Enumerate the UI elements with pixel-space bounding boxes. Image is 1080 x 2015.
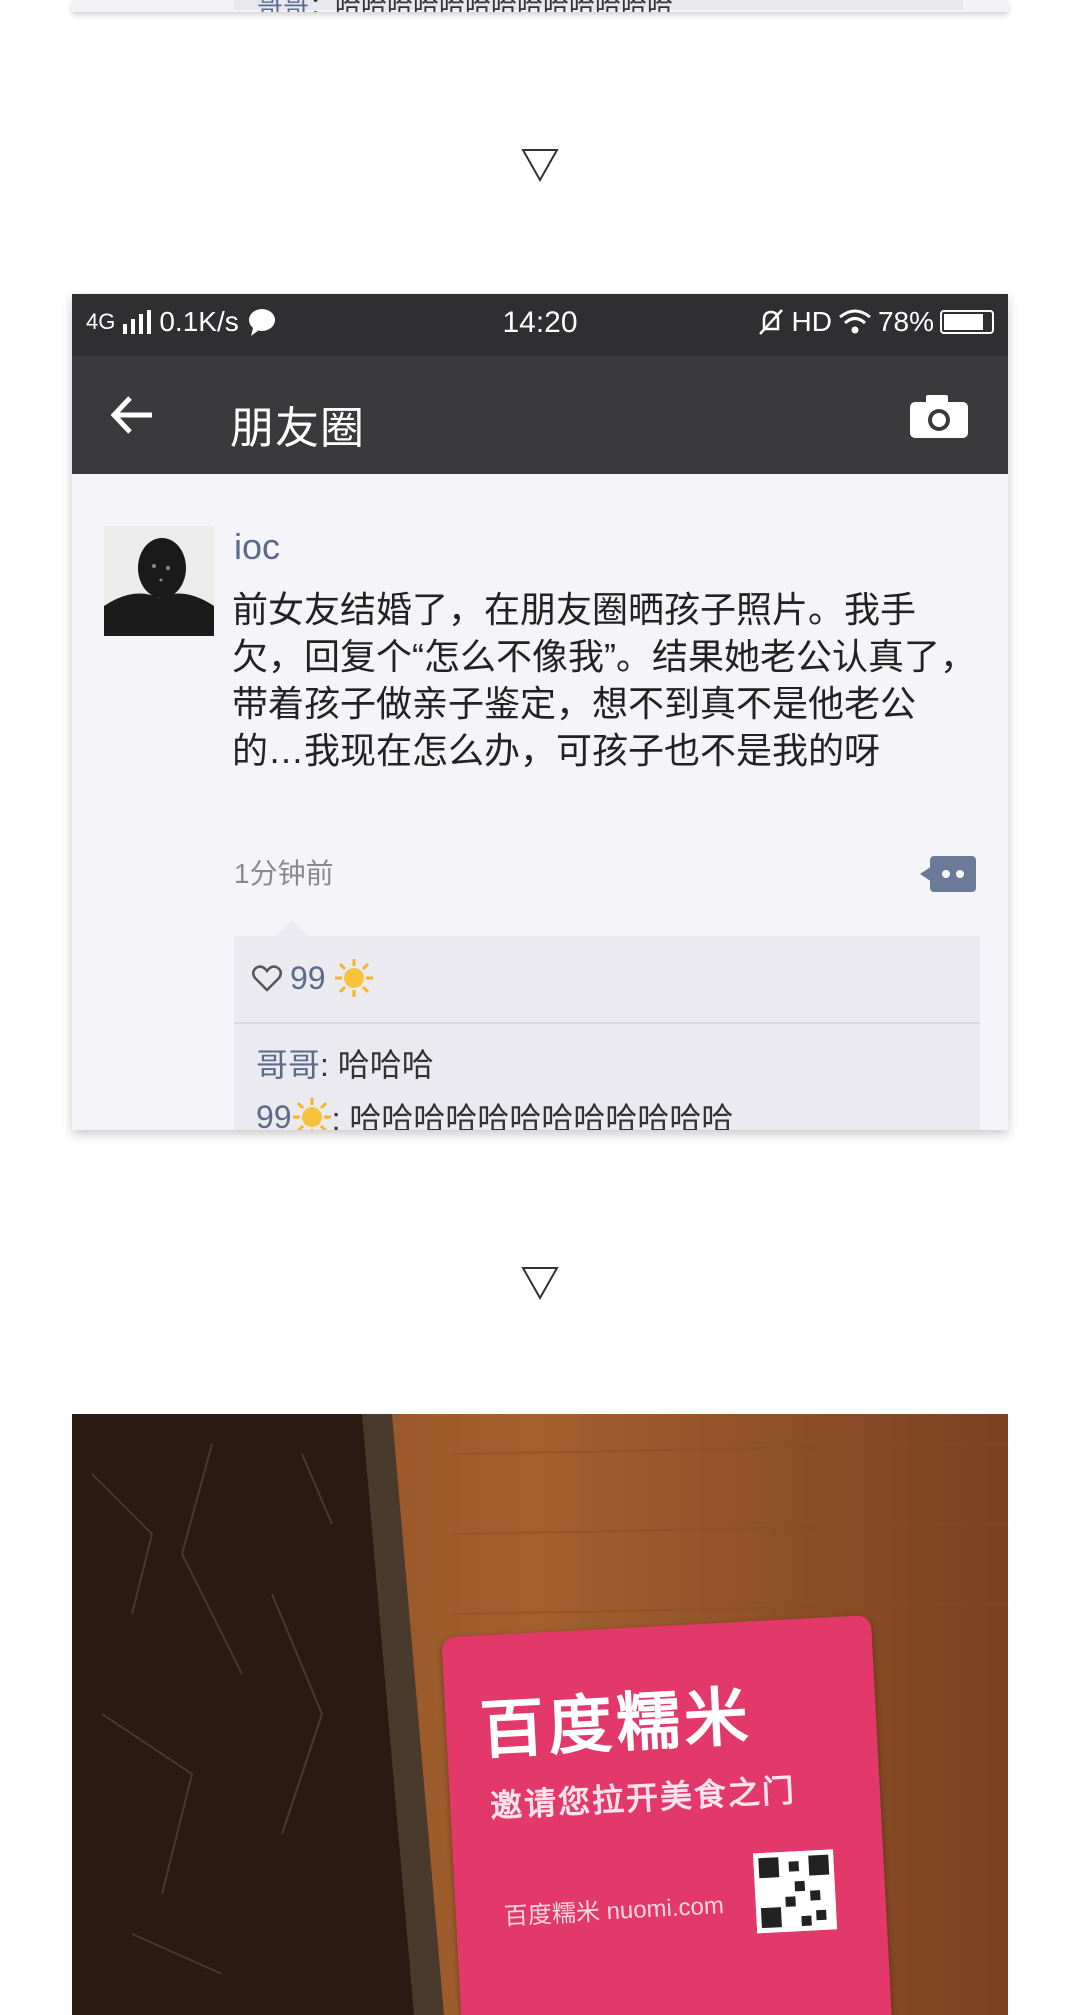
avatar[interactable] xyxy=(104,526,214,636)
top-card-remnant: 哥哥：哈哈哈哈哈哈哈哈哈哈哈哈哈 xyxy=(72,0,1008,12)
status-bar: 4G 0.1K/s 14:20 HD 78% xyxy=(72,294,1008,356)
comment-row[interactable]: 哥哥: 哈哈哈 xyxy=(256,1040,434,1086)
qr-code-icon xyxy=(753,1849,838,1934)
comment-row[interactable]: 99 : 哈哈哈哈哈哈哈哈哈哈哈哈 xyxy=(256,1094,733,1130)
comments-box: 99 哥哥: 哈哈哈 99 : 哈哈哈哈哈哈哈哈哈哈哈哈 xyxy=(234,920,980,1130)
sun-emoji-icon xyxy=(334,959,373,997)
battery-level xyxy=(944,314,983,330)
post-time: 1分钟前 xyxy=(234,858,334,889)
comment-text: : 哈哈哈 xyxy=(320,1047,434,1083)
status-right: HD 78% xyxy=(756,306,994,338)
promo-card: 百度糯米 邀请您拉开美食之门 百度糯米 nuomi.com xyxy=(441,1615,893,2015)
comment-text: ：哈哈哈哈哈哈哈哈哈哈哈哈哈 xyxy=(309,0,673,12)
wifi-icon xyxy=(839,309,871,334)
hd-label: HD xyxy=(791,306,832,337)
clipped-comment: 哥哥：哈哈哈哈哈哈哈哈哈哈哈哈哈 xyxy=(257,0,673,12)
photo: 百度糯米 邀请您拉开美食之门 百度糯米 nuomi.com xyxy=(72,1414,1008,2015)
battery-icon xyxy=(940,310,994,334)
comment-text: : 哈哈哈哈哈哈哈哈哈哈哈哈 xyxy=(331,1101,734,1130)
sun-emoji-icon xyxy=(292,1098,331,1130)
battery-percent: 78% xyxy=(877,306,934,337)
heart-icon xyxy=(252,965,282,992)
back-arrow-icon[interactable] xyxy=(108,390,158,440)
divider xyxy=(234,1022,980,1024)
bell-off-icon xyxy=(758,309,783,335)
likes-count[interactable]: 99 xyxy=(290,960,326,997)
comment-name[interactable]: 99 xyxy=(256,1099,292,1131)
camera-icon[interactable] xyxy=(908,392,970,440)
slogan: 邀请您拉开美食之门 xyxy=(489,1772,797,1825)
comment-icon[interactable] xyxy=(920,854,978,894)
page-title: 朋友圈 xyxy=(230,404,365,453)
post-username[interactable]: ioc xyxy=(234,526,280,568)
down-triangle-icon xyxy=(520,144,560,184)
nav-bar: 朋友圈 xyxy=(72,356,1008,474)
comment-name[interactable]: 哥哥 xyxy=(257,0,309,12)
brand-title: 百度糯米 xyxy=(478,1680,754,1767)
comment-name[interactable]: 哥哥 xyxy=(256,1047,320,1083)
down-triangle-icon xyxy=(520,1262,560,1302)
brand-small: 百度糯米 nuomi.com xyxy=(503,1892,725,1931)
post-text: 前女友结婚了，在朋友圈晒孩子照片。我手欠，回复个“怎么不像我”。结果她老公认真了… xyxy=(232,589,976,771)
likes-row: 99 xyxy=(252,954,374,1002)
moments-screenshot: 4G 0.1K/s 14:20 HD 78% 朋友圈 ioc 前女友结婚了，在朋… xyxy=(72,294,1008,1130)
